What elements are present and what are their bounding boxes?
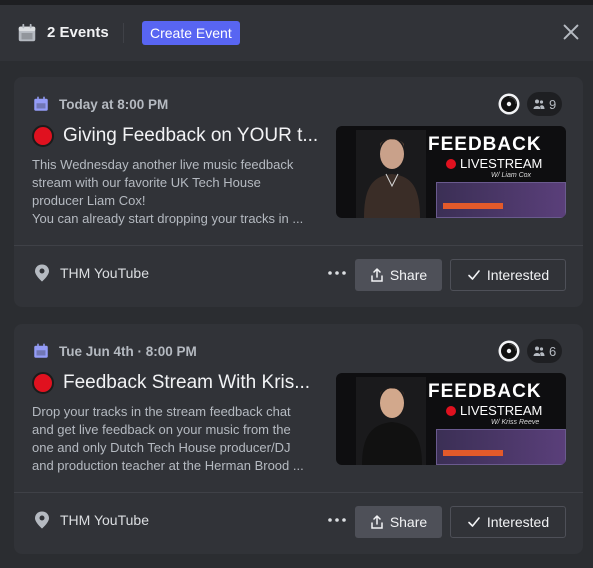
host-portrait xyxy=(356,130,426,218)
share-icon xyxy=(371,268,383,282)
interested-label: Interested xyxy=(486,267,550,283)
share-label: Share xyxy=(389,267,428,283)
share-icon xyxy=(371,515,383,529)
vinyl-record-icon xyxy=(498,340,520,362)
host-portrait xyxy=(356,377,426,465)
people-icon xyxy=(533,99,545,109)
live-dot-icon xyxy=(446,158,456,169)
people-icon xyxy=(533,346,545,356)
checkmark-icon xyxy=(468,517,480,527)
share-button[interactable]: Share xyxy=(355,259,442,291)
cover-daw-screenshot xyxy=(436,182,566,218)
cover-with: W/ Liam Cox xyxy=(491,172,532,179)
card-divider xyxy=(14,492,583,493)
event-time-label: Today at 8:00 PM xyxy=(59,96,169,112)
cover-daw-screenshot xyxy=(436,429,566,465)
event-title-label: Feedback Stream With Kris... xyxy=(63,372,311,393)
more-options-button[interactable] xyxy=(325,261,349,285)
description-line: This Wednesday another live music feedba… xyxy=(32,157,294,172)
location-pin-icon xyxy=(35,264,49,282)
header-divider xyxy=(123,23,124,43)
description-line: You can already start dropping your trac… xyxy=(32,211,304,226)
share-label: Share xyxy=(389,514,428,530)
share-button[interactable]: Share xyxy=(355,506,442,538)
interested-count: 9 xyxy=(549,96,557,112)
interested-button[interactable]: Interested xyxy=(450,259,566,291)
cover-subline-label: LIVESTREAM xyxy=(460,403,543,418)
cover-subline: LIVESTREAM xyxy=(446,403,542,418)
cover-subline: LIVESTREAM xyxy=(446,156,542,171)
more-options-button[interactable] xyxy=(325,508,349,532)
close-icon[interactable] xyxy=(560,21,582,43)
card-divider xyxy=(14,245,583,246)
ellipsis-icon xyxy=(328,518,346,522)
cover-with: W/ Kriss Reeve xyxy=(491,419,540,426)
event-title[interactable]: Feedback Stream With Kris... xyxy=(32,372,322,394)
checkmark-icon xyxy=(468,270,480,280)
description-line: stream with our favorite UK Tech House xyxy=(32,175,261,190)
interested-count-badge: 6 xyxy=(527,339,563,363)
event-cover-image: FEEDBACK LIVESTREAM W/ Liam Cox xyxy=(336,126,566,218)
location-label: THM YouTube xyxy=(60,265,149,281)
live-dot-icon xyxy=(446,405,456,416)
event-description: This Wednesday another live music feedba… xyxy=(32,156,322,228)
event-location[interactable]: THM YouTube xyxy=(34,511,149,529)
description-line: one and only Dutch Tech House producer/D… xyxy=(32,440,291,455)
location-pin-icon xyxy=(35,511,49,529)
interested-label: Interested xyxy=(486,514,550,530)
create-event-button[interactable]: Create Event xyxy=(142,21,240,45)
vinyl-record-icon xyxy=(498,93,520,115)
event-time: Today at 8:00 PM xyxy=(32,95,168,113)
description-line: producer Liam Cox! xyxy=(32,193,146,208)
calendar-icon xyxy=(18,23,36,42)
interested-count-badge: 9 xyxy=(527,92,563,116)
event-location[interactable]: THM YouTube xyxy=(34,264,149,282)
event-time-label: Tue Jun 4th · 8:00 PM xyxy=(59,343,197,359)
live-dot-icon xyxy=(32,125,54,147)
calendar-icon xyxy=(34,343,48,358)
interested-button[interactable]: Interested xyxy=(450,506,566,538)
location-label: THM YouTube xyxy=(60,512,149,528)
event-card[interactable]: Tue Jun 4th · 8:00 PM 6 Feedback Stream … xyxy=(14,324,583,554)
cover-subline-label: LIVESTREAM xyxy=(460,156,543,171)
live-dot-icon xyxy=(32,372,54,394)
event-cover-image: FEEDBACK LIVESTREAM W/ Kriss Reeve xyxy=(336,373,566,465)
description-line: and get live feedback on your music from… xyxy=(32,422,291,437)
event-time: Tue Jun 4th · 8:00 PM xyxy=(32,342,197,360)
cover-headline: FEEDBACK xyxy=(428,381,542,402)
ellipsis-icon xyxy=(328,271,346,275)
events-count: 2 Events xyxy=(47,24,109,41)
event-title-label: Giving Feedback on YOUR t... xyxy=(63,125,319,146)
cover-headline: FEEDBACK xyxy=(428,134,542,155)
event-card[interactable]: Today at 8:00 PM 9 Giving Feedback on YO… xyxy=(14,77,583,307)
description-line: Drop your tracks in the stream feedback … xyxy=(32,404,291,419)
event-description: Drop your tracks in the stream feedback … xyxy=(32,403,322,475)
events-header: 2 Events Create Event xyxy=(0,5,593,61)
event-title[interactable]: Giving Feedback on YOUR t... xyxy=(32,125,322,147)
calendar-icon xyxy=(34,96,48,111)
interested-count: 6 xyxy=(549,343,557,359)
description-line: and production teacher at the Herman Bro… xyxy=(32,458,304,473)
